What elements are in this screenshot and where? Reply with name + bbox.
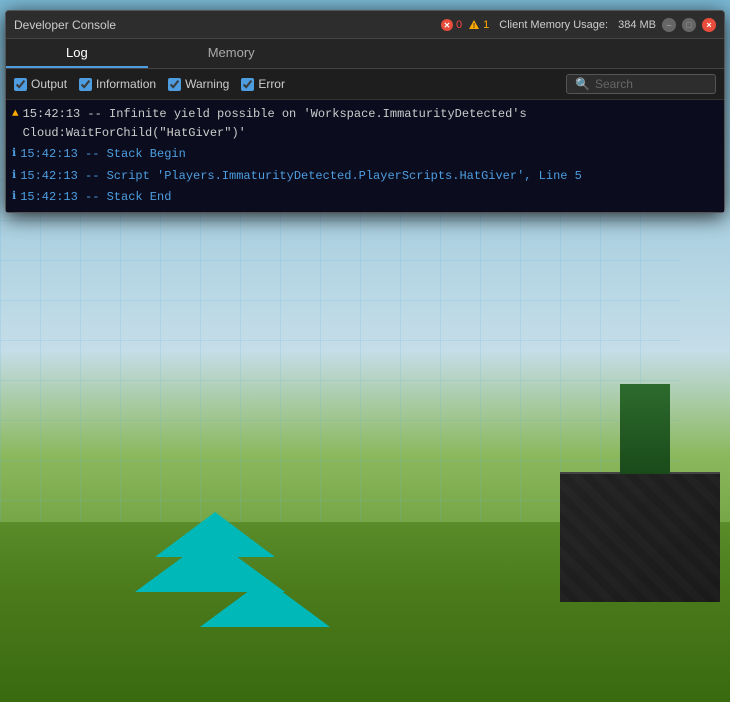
output-checkbox[interactable] bbox=[14, 78, 27, 91]
search-icon: 🔍 bbox=[575, 77, 590, 91]
error-label: Error bbox=[258, 77, 285, 91]
log-line-1: ℹ 15:42:13 -- Stack Begin bbox=[12, 144, 718, 165]
log-line-0: ▲ 15:42:13 -- Infinite yield possible on… bbox=[12, 104, 718, 144]
maximize-button[interactable]: □ bbox=[682, 18, 696, 32]
tab-memory[interactable]: Memory bbox=[148, 39, 315, 68]
platform-top bbox=[620, 384, 670, 474]
info-line-icon-3: ℹ bbox=[12, 189, 16, 207]
warning-label: Warning bbox=[185, 77, 229, 91]
filter-error: Error bbox=[241, 77, 285, 91]
memory-value: 384 MB bbox=[618, 19, 656, 31]
svg-text:✕: ✕ bbox=[444, 21, 451, 30]
filter-warning: Warning bbox=[168, 77, 229, 91]
output-label: Output bbox=[31, 77, 67, 91]
minimize-button[interactable]: – bbox=[662, 18, 676, 32]
info-line-icon-2: ℹ bbox=[12, 168, 16, 186]
log-text-0: 15:42:13 -- Infinite yield possible on '… bbox=[23, 105, 718, 143]
platform bbox=[560, 472, 720, 602]
log-text-3: 15:42:13 -- Stack End bbox=[20, 188, 171, 207]
warning-count: 1 bbox=[483, 19, 489, 31]
error-count: 0 bbox=[456, 19, 462, 31]
information-checkbox[interactable] bbox=[79, 78, 92, 91]
title-controls: ✕ 0 ! 1 Client Memory Usage: 384 MB – □ … bbox=[441, 18, 716, 32]
error-badge: ✕ 0 bbox=[441, 19, 462, 31]
title-bar: Developer Console ✕ 0 ! 1 Client Memory … bbox=[6, 11, 724, 39]
warning-badge: ! 1 bbox=[468, 19, 489, 31]
warning-icon: ! bbox=[468, 19, 480, 31]
filter-output: Output bbox=[14, 77, 67, 91]
search-box: 🔍 bbox=[566, 74, 716, 94]
tab-bar: Log Memory bbox=[6, 39, 724, 69]
tab-log[interactable]: Log bbox=[6, 39, 148, 68]
log-line-3: ℹ 15:42:13 -- Stack End bbox=[12, 187, 718, 208]
teal-triangle-3 bbox=[200, 579, 330, 627]
error-checkbox[interactable] bbox=[241, 78, 254, 91]
developer-console: Developer Console ✕ 0 ! 1 Client Memory … bbox=[5, 10, 725, 213]
filter-information: Information bbox=[79, 77, 156, 91]
error-icon: ✕ bbox=[441, 19, 453, 31]
console-title: Developer Console bbox=[14, 18, 441, 32]
log-text-1: 15:42:13 -- Stack Begin bbox=[20, 145, 186, 164]
log-content: ▲ 15:42:13 -- Infinite yield possible on… bbox=[6, 100, 724, 212]
search-input[interactable] bbox=[595, 77, 705, 91]
log-text-2: 15:42:13 -- Script 'Players.ImmaturityDe… bbox=[20, 167, 582, 186]
svg-text:!: ! bbox=[473, 23, 475, 30]
filter-bar: Output Information Warning Error 🔍 bbox=[6, 69, 724, 100]
warning-checkbox[interactable] bbox=[168, 78, 181, 91]
warning-line-icon: ▲ bbox=[12, 106, 19, 124]
memory-label: Client Memory Usage: bbox=[499, 19, 608, 31]
info-line-icon-1: ℹ bbox=[12, 146, 16, 164]
log-line-2: ℹ 15:42:13 -- Script 'Players.Immaturity… bbox=[12, 166, 718, 187]
information-label: Information bbox=[96, 77, 156, 91]
close-button[interactable]: × bbox=[702, 18, 716, 32]
